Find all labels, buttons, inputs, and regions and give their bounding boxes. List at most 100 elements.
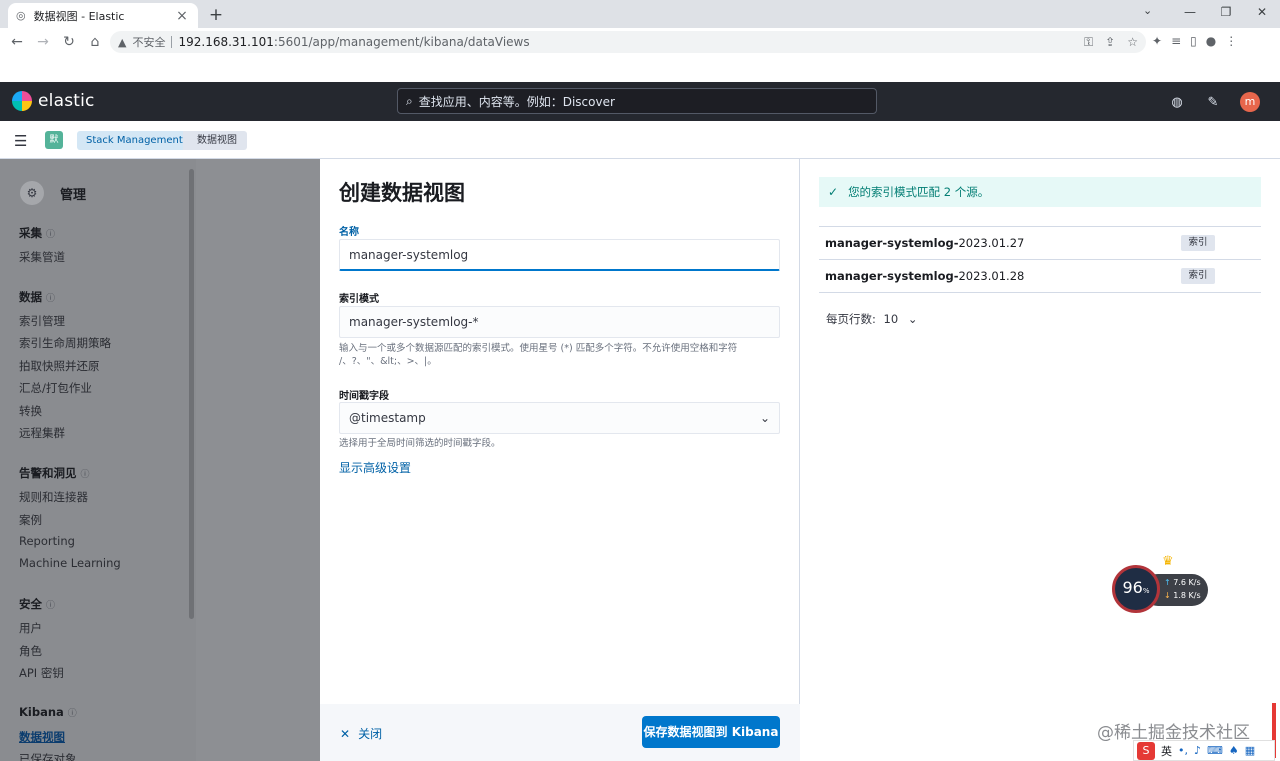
index-pattern-field[interactable]: manager-systemlog-* [339,306,780,338]
timestamp-help: 选择用于全局时间筛选的时间戳字段。 [339,438,501,449]
breadcrumb-bar: ☰ 默 Stack Management 数据视图 [0,121,1280,159]
create-data-view-flyout: 创建数据视图 名称 manager-systemlog 索引模式 manager… [320,159,800,761]
warning-icon: ▲ [118,35,127,49]
reload-icon[interactable]: ↻ [56,34,82,50]
sidenav-item-api-keys[interactable]: API 密钥 [19,665,64,681]
ime-toolbar[interactable]: S 英 •, ♪ ⌨ ♠ ▦ [1133,740,1275,761]
index-pattern-label: 索引模式 [339,294,379,305]
download-speed: ↓ 1.8 K/s [1164,591,1201,600]
new-tab-button[interactable]: + [206,5,226,25]
info-icon: ⓘ [67,709,77,719]
divider [171,36,173,48]
source-name: manager-systemlog-2023.01.28 [825,269,1025,283]
sidenav-item-reporting[interactable]: Reporting [19,534,75,548]
punctuation-icon[interactable]: •, [1178,744,1188,757]
address-bar[interactable]: ▲ 不安全 192.168.31.101:5601/app/management… [110,31,1146,53]
kibana-header: elastic ⌕ 查找应用、内容等。例如：Discover ◍ ✎ m [0,82,1280,121]
back-icon[interactable]: ← [4,34,30,50]
share-icon[interactable]: ⇪ [1105,35,1115,50]
window-close-icon[interactable]: ✕ [1244,0,1280,24]
info-icon: ⓘ [80,470,90,480]
puzzle-icon[interactable]: ✦ [1152,34,1162,48]
match-callout: ✓ 您的索引模式匹配 2 个源。 [819,177,1261,207]
reading-list-icon[interactable]: ≡ [1171,34,1181,48]
close-icon: ✕ [340,727,351,741]
chevron-down-icon: ⌄ [907,312,918,326]
sidepanel-icon[interactable]: ▯ [1190,34,1197,48]
sidenav-item-rollup-jobs[interactable]: 汇总/打包作业 [19,380,92,396]
name-label: 名称 [339,227,359,238]
scrollbar[interactable] [189,169,194,619]
sidenav-group-alerts: 告警和洞见 ⓘ [19,466,90,480]
crown-icon: ♛ [1162,554,1174,569]
close-icon[interactable]: × [174,8,190,24]
sidenav-item-snapshot-restore[interactable]: 拍取快照并还原 [19,358,100,374]
timestamp-select[interactable]: @timestamp ⌄ [339,402,780,434]
save-data-view-button[interactable]: 保存数据视图到 Kibana [642,716,780,748]
sogou-logo-icon: S [1137,741,1155,760]
minimize-icon[interactable]: — [1172,0,1208,24]
preview-panel: ✓ 您的索引模式匹配 2 个源。 manager-systemlog-2023.… [801,159,1280,761]
keyboard-icon[interactable]: ⌨ [1207,744,1223,757]
source-name: manager-systemlog-2023.01.27 [825,236,1025,250]
sidenav-item-roles[interactable]: 角色 [19,643,42,659]
network-speed-widget[interactable]: ♛ 96% ↑ 7.6 K/s ↓ 1.8 K/s [1112,554,1212,613]
flyout-footer: ✕ 关闭 保存数据视图到 Kibana [320,704,800,761]
overlay-mask[interactable] [196,159,320,761]
rows-per-page-button[interactable]: 每页行数: 10 ⌄ [826,311,917,327]
sidenav-group-security: 安全 ⓘ [19,597,56,611]
usage-circle: 96% [1112,565,1160,613]
browser-tab-bar: ◎ 数据视图 - Elastic × + ⌄ — ❐ ✕ [0,0,1280,28]
index-badge: 索引 [1181,268,1215,284]
table-row: manager-systemlog-2023.01.28 索引 [819,260,1261,293]
browser-toolbar: ← → ↻ ⌂ ▲ 不安全 192.168.31.101:5601/app/ma… [0,28,1280,56]
name-field[interactable]: manager-systemlog [339,239,780,271]
sidenav-item-users[interactable]: 用户 [19,620,42,636]
sidenav-item-ilm[interactable]: 索引生命周期策略 [19,335,111,351]
skin-icon[interactable]: ♠ [1229,744,1239,757]
sidenav-item-remote-clusters[interactable]: 远程集群 [19,425,65,441]
browser-tab[interactable]: ◎ 数据视图 - Elastic × [8,3,198,28]
close-button[interactable]: ✕ 关闭 [340,725,382,742]
key-icon[interactable]: ⚿ [1084,35,1093,50]
grid-icon[interactable]: ▦ [1245,744,1255,757]
microphone-icon[interactable]: ♪ [1194,744,1201,757]
page-title: 创建数据视图 [339,181,465,205]
sidenav-item-machine-learning[interactable]: Machine Learning [19,556,121,570]
info-icon: ⓘ [46,601,56,611]
window-controls: — ❐ ✕ [1172,0,1280,24]
restore-icon[interactable]: ❐ [1208,0,1244,24]
sidenav-item-index-management[interactable]: 索引管理 [19,313,65,329]
elastic-logo-icon [12,91,32,111]
sidenav-item-cases[interactable]: 案例 [19,512,42,528]
show-advanced-settings-link[interactable]: 显示高级设置 [339,459,411,476]
sidenav-item-data-views[interactable]: 数据视图 [19,729,65,745]
home-icon[interactable]: ⌂ [82,34,108,50]
ime-mode[interactable]: 英 [1161,743,1172,759]
help-icon[interactable]: ◍ [1168,95,1186,110]
newsfeed-icon[interactable]: ✎ [1204,95,1222,110]
breadcrumb-stack-management[interactable]: Stack Management [77,131,197,150]
security-warning: 不安全 [132,36,166,49]
star-icon[interactable]: ☆ [1127,35,1138,50]
global-search-input[interactable]: ⌕ 查找应用、内容等。例如：Discover [397,88,877,114]
sidenav-item-rules-connectors[interactable]: 规则和连接器 [19,489,88,505]
sidenav-item-ingest-pipelines[interactable]: 采集管道 [19,249,65,265]
tab-title: 数据视图 - Elastic [33,9,125,23]
info-icon: ⓘ [46,230,56,240]
sidenav-item-saved-objects[interactable]: 已保存对象 [19,751,77,761]
kebab-menu-icon[interactable]: ⋮ [1225,34,1237,48]
space-avatar[interactable]: 默 [45,131,63,149]
sidenav-item-transforms[interactable]: 转换 [19,403,42,419]
avatar[interactable]: m [1240,92,1260,112]
elastic-logo[interactable]: elastic [12,91,95,111]
chevron-down-icon[interactable]: ⌄ [1143,4,1152,17]
hamburger-menu-icon[interactable]: ☰ [14,132,27,150]
chevron-down-icon: ⌄ [759,411,770,425]
profile-icon[interactable]: ● [1206,34,1216,48]
sidenav-group-kibana: Kibana ⓘ [19,705,77,719]
omnibox-actions: ⚿ ⇪ ☆ [1084,35,1138,50]
blank-strip [0,56,1280,82]
header-actions: ◍ ✎ m [1168,92,1260,112]
forward-icon[interactable]: → [30,34,56,50]
